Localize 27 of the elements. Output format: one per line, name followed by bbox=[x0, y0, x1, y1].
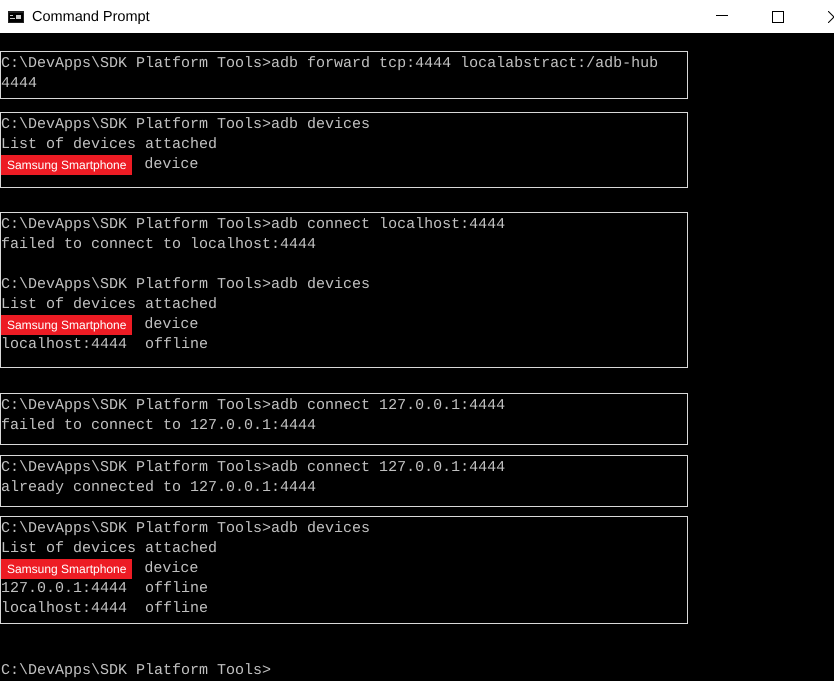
console-line: C:\DevApps\SDK Platform Tools> bbox=[1, 661, 272, 681]
console-line: C:\DevApps\SDK Platform Tools>adb forward tcp:4444 localabstract:/adb-hub bbox=[1, 54, 658, 74]
console-icon bbox=[8, 10, 24, 22]
maximize-icon[interactable] bbox=[772, 10, 784, 22]
console-line: List of devices attached bbox=[1, 295, 218, 315]
console-line: 127.0.0.1:4444 offline bbox=[1, 579, 208, 599]
console-line: localhost:4444 offline bbox=[1, 599, 208, 619]
device-name-label: Samsung Smartphone bbox=[1, 315, 132, 335]
console-line: already connected to 127.0.0.1:4444 bbox=[1, 478, 316, 498]
console-line: 4444 bbox=[1, 74, 38, 94]
console-line: failed to connect to 127.0.0.1:4444 bbox=[1, 416, 316, 436]
window-title: Command Prompt bbox=[32, 8, 150, 24]
console-line: List of devices attached bbox=[1, 135, 218, 155]
console-line: device bbox=[144, 315, 198, 335]
console-line: failed to connect to localhost:4444 bbox=[1, 235, 316, 255]
console-line: C:\DevApps\SDK Platform Tools>adb connect 127.0.0.1:4444 bbox=[1, 458, 506, 478]
console-line: C:\DevApps\SDK Platform Tools>adb devices bbox=[1, 519, 370, 539]
console-line: C:\DevApps\SDK Platform Tools>adb devices bbox=[1, 275, 370, 295]
console-line: device bbox=[144, 155, 198, 175]
console-line: C:\DevApps\SDK Platform Tools>adb connect localhost:4444 bbox=[1, 215, 506, 235]
console-line: List of devices attached bbox=[1, 539, 218, 559]
console-line: localhost:4444 offline bbox=[1, 335, 208, 355]
console-line: device bbox=[144, 559, 198, 579]
device-name-label: Samsung Smartphone bbox=[1, 559, 132, 579]
device-name-label: Samsung Smartphone bbox=[1, 155, 132, 175]
console-line: C:\DevApps\SDK Platform Tools>adb devices bbox=[1, 115, 370, 135]
console-line: C:\DevApps\SDK Platform Tools>adb connect 127.0.0.1:4444 bbox=[1, 396, 506, 416]
